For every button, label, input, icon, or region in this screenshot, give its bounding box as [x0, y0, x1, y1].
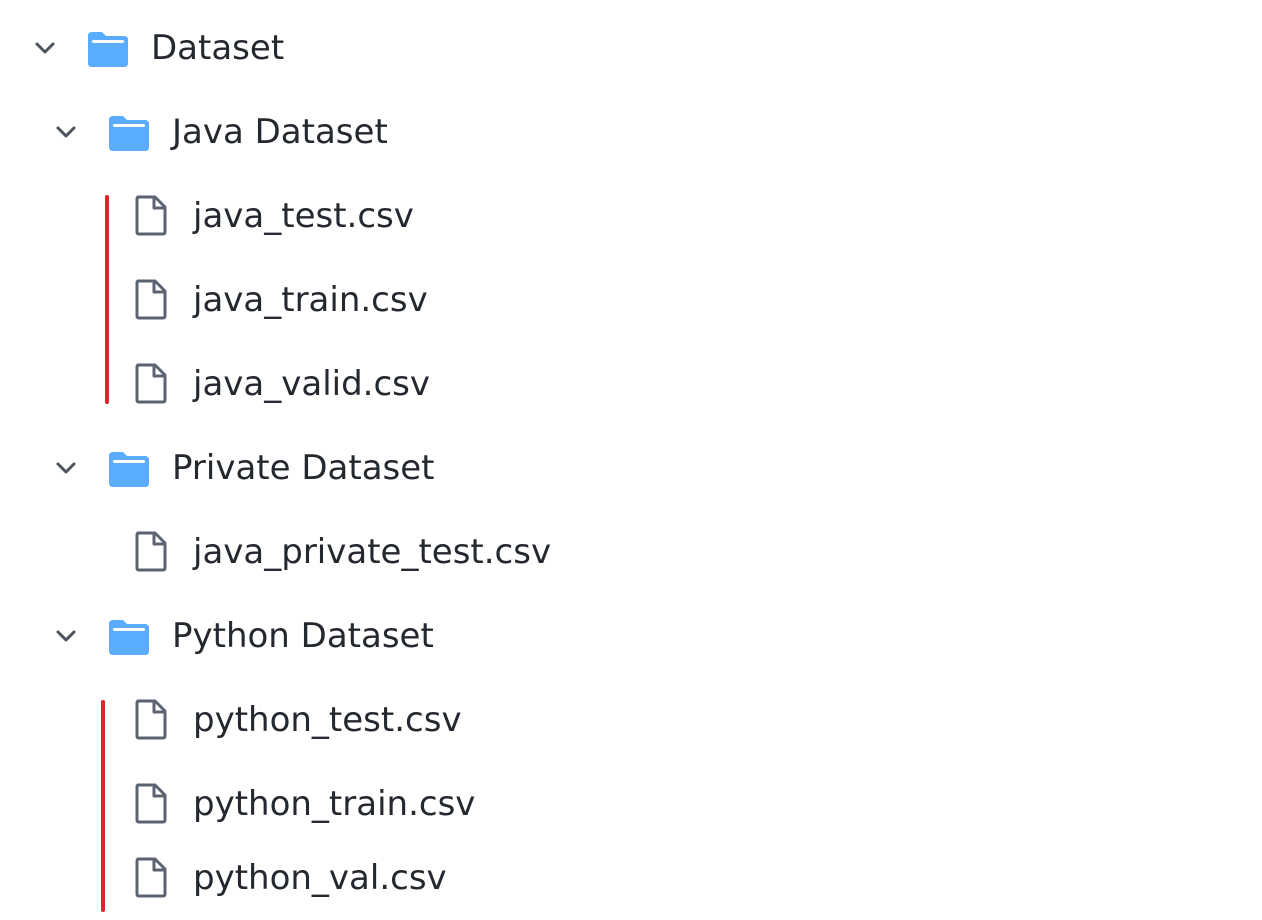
file-label: java_valid.csv: [193, 364, 431, 404]
chevron-down-icon[interactable]: [54, 120, 78, 144]
tree-file-java-valid[interactable]: java_valid.csv: [0, 342, 1262, 426]
tree-file-python-test[interactable]: python_test.csv: [0, 678, 1262, 762]
folder-icon: [109, 620, 149, 655]
folder-icon: [88, 32, 128, 67]
tree-node-dataset[interactable]: Dataset: [0, 6, 1262, 90]
file-label: python_test.csv: [193, 700, 462, 740]
tree-file-java-private-test[interactable]: java_private_test.csv: [0, 510, 1262, 594]
file-icon: [135, 279, 167, 320]
file-icon: [135, 699, 167, 740]
file-label: python_train.csv: [193, 784, 476, 824]
file-icon: [135, 857, 167, 898]
folder-icon: [109, 116, 149, 151]
folder-label: Dataset: [151, 28, 285, 68]
file-label: java_train.csv: [193, 280, 428, 320]
tree-file-python-val[interactable]: python_val.csv: [0, 836, 1262, 920]
file-icon: [135, 783, 167, 824]
folder-icon: [109, 452, 149, 487]
file-label: java_private_test.csv: [193, 532, 552, 572]
chevron-down-icon[interactable]: [54, 624, 78, 648]
folder-label: Java Dataset: [172, 112, 388, 152]
folder-label: Private Dataset: [172, 448, 435, 488]
tree-node-private-dataset[interactable]: Private Dataset: [0, 426, 1262, 510]
tree-file-java-train[interactable]: java_train.csv: [0, 258, 1262, 342]
tree-file-python-train[interactable]: python_train.csv: [0, 762, 1262, 846]
file-label: java_test.csv: [193, 196, 414, 236]
tree-file-java-test[interactable]: java_test.csv: [0, 174, 1262, 258]
file-label: python_val.csv: [193, 858, 447, 898]
file-icon: [135, 531, 167, 572]
tree-node-java-dataset[interactable]: Java Dataset: [0, 90, 1262, 174]
file-icon: [135, 195, 167, 236]
chevron-down-icon[interactable]: [54, 456, 78, 480]
chevron-down-icon[interactable]: [33, 36, 57, 60]
tree-node-python-dataset[interactable]: Python Dataset: [0, 594, 1262, 678]
folder-label: Python Dataset: [172, 616, 434, 656]
file-icon: [135, 363, 167, 404]
